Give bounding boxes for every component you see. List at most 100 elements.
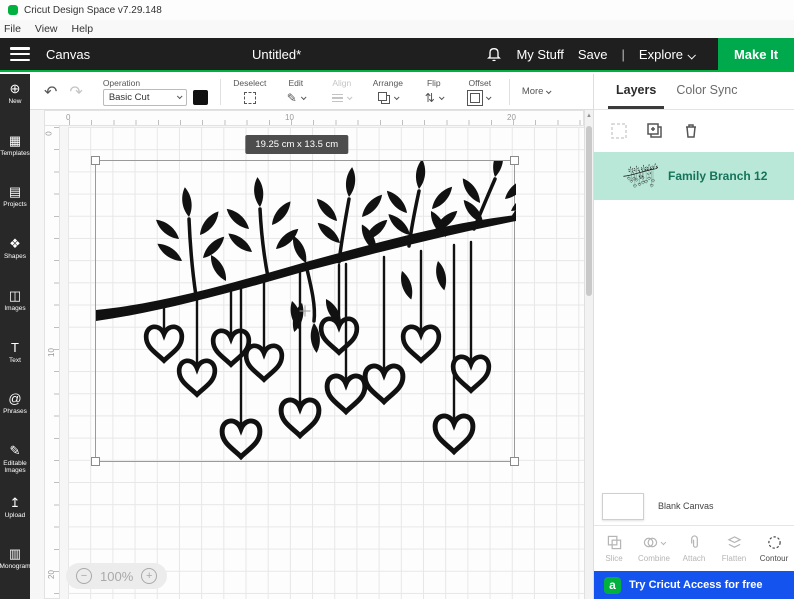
color-swatch[interactable] <box>193 90 208 105</box>
combine-button[interactable]: Combine <box>634 526 674 571</box>
chevron-down-icon <box>687 51 695 59</box>
edit-toolbar: ↶ ↷ Operation Basic Cut Deselect Edit ✎ … <box>30 74 593 110</box>
app-header: Canvas Untitled* My Stuff Save | Explore… <box>0 38 794 72</box>
scroll-up-icon[interactable]: ▲ <box>585 113 593 119</box>
sidebar-item-new[interactable]: ⊕New <box>0 82 30 134</box>
hamburger-menu-icon[interactable] <box>10 47 30 61</box>
layer-name: Family Branch 12 <box>668 169 767 183</box>
tab-color-sync[interactable]: Color Sync <box>668 74 745 109</box>
panel-tabs: Layers Color Sync <box>594 74 794 110</box>
scrollbar-thumb[interactable] <box>586 126 592 296</box>
duplicate-icon[interactable] <box>646 122 664 140</box>
deselect-button[interactable]: Deselect <box>233 78 267 105</box>
selection-handle-bottom-left[interactable] <box>91 457 100 466</box>
selection-handle-top-right[interactable] <box>510 156 519 165</box>
pencil-icon: ✎ <box>287 92 297 104</box>
flatten-button[interactable]: Flatten <box>714 526 754 571</box>
operation-block: Operation Basic Cut <box>103 78 208 106</box>
sidebar-item-monogram[interactable]: ▥Monogram <box>0 547 30 599</box>
selection-handle-bottom-right[interactable] <box>510 457 519 466</box>
zoom-out-button[interactable]: − <box>76 568 92 584</box>
contour-icon <box>767 535 782 550</box>
main-column: ↶ ↷ Operation Basic Cut Deselect Edit ✎ … <box>30 74 593 599</box>
operation-label: Operation <box>103 78 208 88</box>
sidebar-item-images[interactable]: ◫Images <box>0 289 30 341</box>
edit-button[interactable]: Edit ✎ <box>279 78 313 105</box>
vertical-scrollbar[interactable]: ▲ <box>584 110 593 599</box>
editable-images-icon: ✎ <box>10 444 21 458</box>
sidebar-item-text[interactable]: TText <box>0 341 30 393</box>
notifications-bell-icon[interactable] <box>486 46 502 62</box>
contour-button[interactable]: Contour <box>754 526 794 571</box>
combine-icon <box>643 535 658 550</box>
chevron-down-icon <box>661 539 666 544</box>
chevron-down-icon <box>546 88 552 94</box>
chevron-down-icon <box>177 93 183 99</box>
menu-file[interactable]: File <box>4 23 21 35</box>
flatten-icon <box>727 535 742 550</box>
undo-button[interactable]: ↶ <box>44 82 57 102</box>
slice-button[interactable]: Slice <box>594 526 634 571</box>
zoom-in-button[interactable]: + <box>141 568 157 584</box>
align-icon <box>332 94 343 103</box>
new-icon: ⊕ <box>10 82 21 96</box>
chevron-down-icon <box>486 94 492 100</box>
menu-help[interactable]: Help <box>72 23 94 35</box>
sidebar-item-templates[interactable]: ▦Templates <box>0 134 30 186</box>
attach-button[interactable]: Attach <box>674 526 714 571</box>
monogram-icon: ▥ <box>9 547 21 561</box>
group-select-icon[interactable] <box>610 122 628 140</box>
projects-icon: ▤ <box>9 185 21 199</box>
operation-select[interactable]: Basic Cut <box>103 89 187 106</box>
shapes-icon: ❖ <box>9 237 21 251</box>
layer-actions-row <box>594 110 794 152</box>
arrange-button[interactable]: Arrange <box>371 78 405 105</box>
make-it-button[interactable]: Make It <box>718 38 794 70</box>
layer-item-family-branch[interactable]: Family Branch 12 <box>594 152 794 200</box>
slice-icon <box>607 535 622 550</box>
sidebar-item-projects[interactable]: ▤Projects <box>0 185 30 237</box>
sidebar-item-editable-images[interactable]: ✎Editable Images <box>0 444 30 496</box>
images-icon: ◫ <box>9 289 21 303</box>
deselect-icon <box>244 92 256 104</box>
sidebar-item-shapes[interactable]: ❖Shapes <box>0 237 30 289</box>
canvas-workspace: 0 10 20 0 10 20 19.25 cm x 13.5 cm <box>30 110 593 599</box>
canvas-nav-label[interactable]: Canvas <box>46 47 90 62</box>
app-title: Cricut Design Space v7.29.148 <box>24 5 162 16</box>
window-titlebar: Cricut Design Space v7.29.148 <box>0 0 794 20</box>
upload-icon: ↥ <box>10 496 21 510</box>
flip-button[interactable]: Flip ⇅ <box>417 78 451 105</box>
align-button[interactable]: Align <box>325 78 359 105</box>
selection-handle-top-left[interactable] <box>91 156 100 165</box>
more-button[interactable]: More <box>522 86 556 97</box>
cricut-logo-icon <box>8 5 18 15</box>
chevron-down-icon <box>439 94 445 100</box>
cricut-access-banner[interactable]: a Try Cricut Access for free <box>594 571 794 599</box>
save-link[interactable]: Save <box>578 47 608 62</box>
toolbar-divider <box>220 79 221 105</box>
sidebar-item-phrases[interactable]: @Phrases <box>0 392 30 444</box>
ruler-vertical: 0 10 20 <box>44 126 60 599</box>
blank-canvas-row[interactable]: Blank Canvas <box>594 487 794 525</box>
offset-icon <box>470 93 480 103</box>
phrases-icon: @ <box>8 392 21 406</box>
blank-canvas-swatch[interactable] <box>602 493 644 520</box>
selection-box[interactable]: 19.25 cm x 13.5 cm <box>95 160 515 462</box>
sidebar-item-upload[interactable]: ↥Upload <box>0 496 30 548</box>
header-divider: | <box>622 47 625 62</box>
delete-trash-icon[interactable] <box>682 122 700 140</box>
my-stuff-link[interactable]: My Stuff <box>516 47 563 62</box>
selection-center-marker <box>300 306 311 317</box>
document-title[interactable]: Untitled* <box>252 47 301 62</box>
cricut-access-text: Try Cricut Access for free <box>629 579 762 591</box>
tab-layers[interactable]: Layers <box>608 74 664 109</box>
menu-view[interactable]: View <box>35 23 58 35</box>
templates-icon: ▦ <box>9 134 21 148</box>
layer-thumbnail <box>622 163 658 189</box>
explore-menu[interactable]: Explore <box>639 47 694 62</box>
offset-button[interactable]: Offset <box>463 78 497 105</box>
text-icon: T <box>11 341 19 355</box>
flip-icon: ⇅ <box>425 92 435 104</box>
size-tooltip: 19.25 cm x 13.5 cm <box>245 135 348 154</box>
redo-button[interactable]: ↷ <box>69 82 82 102</box>
